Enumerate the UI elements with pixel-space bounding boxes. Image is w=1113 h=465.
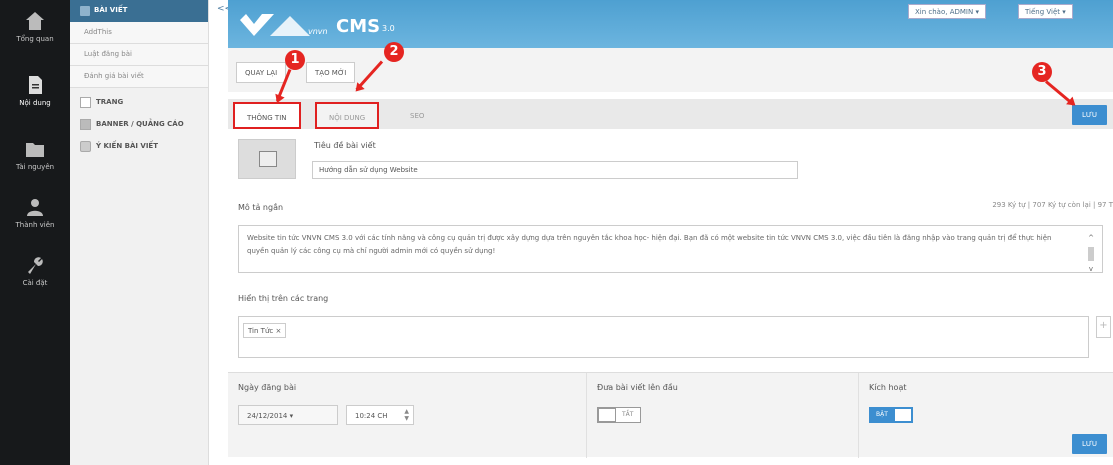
character-counter: 293 Ký tự | 707 Ký tự còn lại | 97 T — [992, 201, 1113, 209]
submenu: BÀI VIẾT AddThis Luật đăng bài Đánh giá … — [70, 0, 209, 465]
description-label: Mô tả ngắn — [238, 203, 284, 212]
main-content: QUAY LẠI TẠO MỚI THÔNG TIN NỘI DUNG SEO … — [228, 48, 1113, 465]
thumbnail-upload[interactable] — [238, 139, 296, 179]
language-select[interactable]: Tiếng Việt ▾ — [1018, 4, 1073, 19]
tab-info[interactable]: THÔNG TIN — [233, 102, 301, 129]
submenu-header-label: BÀI VIẾT — [94, 6, 128, 14]
submenu-group-pages[interactable]: TRANG — [70, 92, 208, 114]
home-icon — [26, 12, 44, 30]
toggle-knob — [894, 408, 912, 422]
options-row: Ngày đăng bài 24/12/2014 ▾ 10:24 CH ▲ ▼ Đ… — [228, 372, 1113, 458]
submenu-group-comments[interactable]: Ý KIẾN BÀI VIẾT — [70, 136, 208, 158]
toggle-knob — [598, 408, 616, 422]
pin-column: Đưa bài viết lên đầu TẮT — [586, 373, 856, 458]
document-icon — [29, 76, 42, 94]
title-label: Tiêu đề bài viết — [314, 141, 376, 150]
nav-label: Nội dung — [19, 99, 51, 107]
logo-name: CMS — [336, 16, 381, 37]
submenu-item-rating[interactable]: Đánh giá bài viết — [70, 66, 208, 88]
toggle-state: TẮT — [622, 411, 634, 418]
nav-members[interactable]: Thành viên — [0, 196, 70, 229]
comment-icon — [80, 141, 91, 152]
toggle-state: BẬT — [876, 411, 888, 418]
pin-toggle[interactable]: TẮT — [597, 407, 641, 423]
scroll-up-icon[interactable]: ^ — [1086, 232, 1096, 245]
tab-seo[interactable]: SEO — [398, 102, 436, 129]
logo-mark-icon — [240, 14, 310, 36]
tab-bar: THÔNG TIN NỘI DUNG SEO LƯU — [228, 99, 1113, 129]
users-icon — [27, 199, 43, 216]
pages-tag-input[interactable]: Tin Tức × — [238, 316, 1089, 358]
back-button[interactable]: QUAY LẠI — [236, 62, 287, 83]
nav-label: Tài nguyên — [15, 163, 55, 171]
tab-content[interactable]: NỘI DUNG — [315, 102, 380, 129]
save-button-top[interactable]: LƯU — [1071, 105, 1107, 125]
logo: vnvn CMS 3.0 — [240, 10, 440, 40]
submenu-item-addthis[interactable]: AddThis — [70, 22, 208, 44]
submenu-header[interactable]: BÀI VIẾT — [70, 0, 208, 22]
active-label: Kích hoạt — [869, 383, 907, 392]
submenu-item-rules[interactable]: Luật đăng bài — [70, 44, 208, 66]
publish-date-label: Ngày đăng bài — [238, 383, 297, 392]
add-page-button[interactable]: + — [1096, 316, 1111, 338]
logo-version: 3.0 — [382, 24, 395, 33]
group-label: BANNER / QUẢNG CÁO — [96, 120, 184, 128]
time-text: 10:24 CH — [355, 412, 388, 420]
time-stepper-icon[interactable]: ▲ ▼ — [404, 408, 409, 422]
nav-resources[interactable]: Tài nguyên — [0, 138, 70, 171]
folder-icon — [26, 143, 44, 157]
annotation-badge-1: 1 — [285, 50, 305, 70]
nav-label: Thành viên — [15, 221, 55, 229]
page-icon — [80, 97, 91, 108]
group-label: Ý KIẾN BÀI VIẾT — [96, 142, 158, 150]
annotation-badge-2: 2 — [384, 42, 404, 62]
article-icon — [80, 6, 90, 16]
scroll-thumb[interactable] — [1088, 247, 1094, 261]
nav-label: Cài đặt — [22, 279, 48, 287]
group-label: TRANG — [96, 98, 124, 106]
nav-settings[interactable]: Cài đặt — [0, 254, 70, 287]
pin-label: Đưa bài viết lên đầu — [597, 383, 678, 392]
logo-brand: vnvn — [308, 27, 328, 36]
image-icon — [259, 151, 277, 167]
top-header: vnvn CMS 3.0 Xin chào, ADMIN ▾ Tiếng Việ… — [228, 0, 1113, 48]
user-menu-button[interactable]: Xin chào, ADMIN ▾ — [908, 4, 986, 19]
save-button-bottom[interactable]: LƯU — [1071, 434, 1107, 454]
main-nav-rail: Tổng quan Nội dung Tài nguyên Thành viên… — [0, 0, 70, 465]
textarea-scrollbar[interactable]: ^ v — [1086, 232, 1096, 273]
description-text: Website tin tức VNVN CMS 3.0 với các tín… — [247, 234, 1052, 255]
create-new-button[interactable]: TẠO MỚI — [306, 62, 356, 83]
nav-dashboard[interactable]: Tổng quan — [0, 10, 70, 43]
active-toggle[interactable]: BẬT — [869, 407, 913, 423]
banner-icon — [80, 119, 91, 130]
tag-chip[interactable]: Tin Tức × — [243, 323, 287, 338]
title-input[interactable]: Hướng dẫn sử dụng Website — [312, 161, 798, 179]
nav-label: Tổng quan — [16, 35, 54, 43]
nav-content[interactable]: Nội dung — [0, 74, 70, 107]
publish-date-select[interactable]: 24/12/2014 ▾ — [238, 405, 338, 425]
annotation-badge-3: 3 — [1032, 62, 1052, 82]
submenu-group-banner[interactable]: BANNER / QUẢNG CÁO — [70, 114, 208, 136]
wrench-icon — [28, 257, 43, 274]
scroll-down-icon[interactable]: v — [1086, 263, 1096, 276]
article-form: Tiêu đề bài viết Hướng dẫn sử dụng Websi… — [228, 129, 1113, 465]
pages-label: Hiển thị trên các trang — [238, 294, 329, 303]
description-textarea[interactable]: Website tin tức VNVN CMS 3.0 với các tín… — [238, 225, 1103, 273]
publish-time-input[interactable]: 10:24 CH ▲ ▼ — [346, 405, 414, 425]
